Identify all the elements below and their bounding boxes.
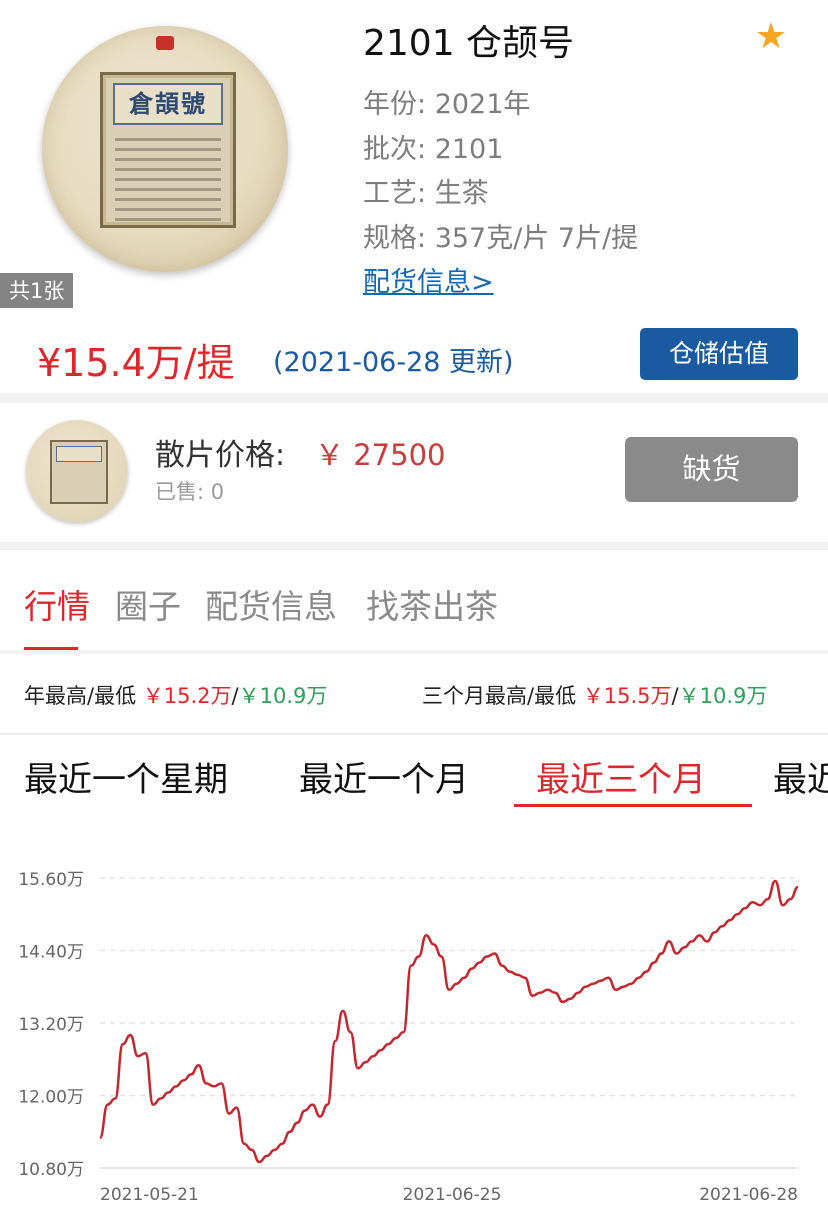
cake-label-text-lines — [115, 131, 221, 228]
divider — [0, 393, 828, 403]
year-high-low: 年最高/最低 ￥15.2万/￥10.9万 — [24, 684, 328, 708]
period-last-three-months[interactable]: 最近三个月 — [536, 752, 706, 801]
y-tick-label: 12.00万 — [18, 1088, 84, 1108]
period-active-indicator — [514, 804, 752, 807]
price-chart: 15.60万 14.40万 13.20万 12.00万 10.80万 2021-05-21… — [18, 870, 799, 1205]
price-line-series — [98, 879, 799, 1164]
brand-logo-icon — [156, 36, 174, 50]
period-last-week[interactable]: 最近一个星期 — [24, 752, 228, 801]
y-tick-label: 13.20万 — [18, 1015, 84, 1035]
price-per-tong: ¥15.4万/提 — [37, 341, 235, 385]
product-title: 2101 仓颉号 — [363, 23, 575, 64]
quarter-high-value: ￥15.5万 — [582, 684, 672, 708]
tab-shipping-info[interactable]: 配货信息 — [205, 580, 337, 628]
period-last-month[interactable]: 最近一个月 — [299, 752, 469, 801]
star-icon[interactable]: ★ — [752, 18, 790, 56]
quarter-high-low: 三个月最高/最低 ￥15.5万/￥10.9万 — [422, 684, 768, 708]
loose-piece-thumbnail[interactable] — [26, 420, 128, 522]
cake-wrapper-label: 倉頡號 — [100, 72, 236, 228]
tab-find-tea[interactable]: 找茶出茶 — [366, 580, 498, 628]
tea-cake-image: 倉頡號 — [42, 26, 288, 272]
tab-circle[interactable]: 圈子 — [115, 580, 181, 628]
x-tick-label: 2021-06-25 — [403, 1185, 502, 1205]
year-high-value: ￥15.2万 — [142, 684, 232, 708]
cake-label-title: 倉頡號 — [113, 83, 223, 125]
sold-count: 已售: 0 — [155, 480, 225, 504]
tab-market[interactable]: 行情 — [24, 580, 90, 628]
attr-year: 年份: 2021年 — [363, 89, 531, 120]
quarter-low-value: ￥10.9万 — [678, 684, 768, 708]
x-tick-label: 2021-06-28 — [699, 1185, 798, 1205]
product-image[interactable]: 倉頡號 共1张 — [0, 0, 330, 308]
divider — [0, 650, 828, 654]
y-tick-label: 15.60万 — [18, 870, 84, 890]
out-of-stock-button[interactable]: 缺货 — [625, 437, 798, 502]
storage-valuation-button[interactable]: 仓储估值 — [640, 328, 798, 380]
x-tick-label: 2021-05-21 — [100, 1185, 199, 1205]
attr-craft: 工艺: 生茶 — [363, 178, 489, 209]
y-tick-label: 10.80万 — [18, 1160, 84, 1180]
divider — [0, 542, 828, 550]
y-tick-label: 14.40万 — [18, 943, 84, 963]
divider — [0, 733, 828, 735]
price-update-date: (2021-06-28 更新) — [273, 347, 514, 378]
year-low-value: ￥10.9万 — [238, 684, 328, 708]
attr-batch: 批次: 2101 — [363, 134, 504, 165]
attr-spec: 规格: 357克/片 7片/提 — [363, 223, 639, 254]
loose-price-value: ￥ 27500 — [315, 438, 446, 472]
shipping-info-link[interactable]: 配货信息> — [363, 260, 494, 299]
photo-count-badge: 共1张 — [0, 273, 74, 308]
loose-price-label: 散片价格: — [155, 438, 286, 473]
period-more[interactable]: 最近 — [773, 752, 828, 801]
